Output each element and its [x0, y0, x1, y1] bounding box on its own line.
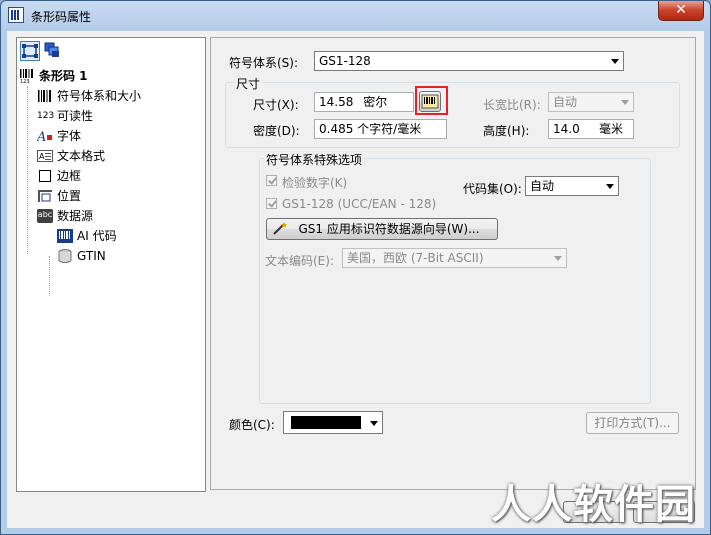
magic-wand-icon — [273, 222, 287, 235]
gs1-ucc-label: GS1-128 (UCC/EAN - 128) — [282, 197, 437, 211]
size-value: 14.58 — [319, 95, 354, 109]
ai-code-icon — [57, 229, 73, 243]
barcode-app-icon — [8, 7, 24, 23]
dialog-client: 123 条形码 1 符号体系和大小 123 可读性 A 字体 A 文本格式 边框… — [7, 31, 704, 528]
properties-panel: 符号体系(S): GS1-128 尺寸 尺寸(X): 14.58 密尔 长宽比(… — [210, 37, 696, 490]
codeset-dropdown[interactable]: 自动 — [525, 176, 619, 196]
svg-text:A: A — [39, 152, 45, 161]
symbology-dropdown[interactable]: GS1-128 — [314, 51, 624, 71]
checkmark-icon — [266, 175, 277, 186]
size-group-title: 尺寸 — [234, 75, 263, 92]
codeset-label: 代码集(O): — [463, 182, 522, 196]
tree-item-label: 文本格式 — [57, 149, 106, 163]
color-picker[interactable] — [283, 411, 383, 434]
height-label: 高度(H): — [483, 124, 530, 138]
color-label: 颜色(C): — [229, 418, 275, 432]
special-options-title: 符号体系特殊选项 — [264, 151, 365, 168]
height-value: 14.0 — [553, 122, 580, 136]
close-button[interactable]: ✕ — [658, 1, 704, 21]
tree-item-label: 符号体系和大小 — [57, 86, 142, 106]
tree-guide-line — [27, 86, 28, 254]
tree-item-label: 位置 — [57, 189, 82, 203]
chevron-down-icon — [554, 256, 562, 261]
tree-item-label: GTIN — [77, 249, 106, 263]
print-method-label: 打印方式(T)... — [594, 416, 671, 430]
text-format-icon: A — [37, 150, 53, 162]
tree-node-label: 条形码 1 — [39, 69, 88, 83]
dialog-window: 条形码属性 ✕ 123 条形码 1 符号体系和大小 123 可读性 A 字体 A… — [0, 0, 711, 535]
window-title: 条形码属性 — [31, 10, 92, 24]
chevron-down-icon — [621, 100, 629, 105]
symbology-label: 符号体系(S): — [229, 56, 299, 70]
gs1-wizard-label: GS1 应用标识符数据源向导(W)... — [298, 222, 480, 236]
tree-item-label: 可读性 — [57, 109, 94, 123]
encoding-value: 美国，西欧 (7-Bit ASCII) — [347, 251, 484, 265]
height-input[interactable]: 14.0 毫米 — [548, 119, 634, 139]
gs1-wizard-button[interactable]: GS1 应用标识符数据源向导(W)... — [266, 218, 498, 240]
readability-icon: 123 — [37, 111, 55, 121]
border-icon — [39, 170, 51, 182]
symbology-value: GS1-128 — [319, 54, 371, 68]
size-label: 尺寸(X): — [253, 98, 299, 112]
position-icon — [38, 190, 52, 202]
height-unit: 毫米 — [599, 122, 624, 136]
print-method-button[interactable]: 打印方式(T)... — [586, 412, 679, 434]
tree-item-label: 字体 — [57, 129, 82, 143]
codeset-value: 自动 — [530, 179, 555, 193]
datasource-icon: abc — [37, 209, 53, 223]
checkmark-icon — [266, 198, 277, 209]
font-icon: A — [37, 130, 52, 143]
tree-toolbar — [19, 40, 79, 62]
svg-text:A: A — [37, 130, 46, 143]
stacked-pages-icon — [44, 42, 59, 57]
chevron-down-icon — [611, 59, 619, 64]
title-bar: 条形码属性 ✕ — [1, 1, 710, 31]
tree-item-label: 边框 — [57, 169, 82, 183]
tree-guide-line-child — [49, 256, 50, 296]
barcode-icon — [38, 90, 51, 102]
check-digit-label: 检验数字(K) — [282, 176, 348, 190]
size-input[interactable]: 14.58 密尔 — [314, 92, 414, 112]
select-frame-icon — [22, 44, 38, 58]
density-value: 0.485 个字符/毫米 — [319, 122, 422, 136]
multi-view-button[interactable] — [43, 41, 63, 61]
tree-item-label: AI 代码 — [77, 229, 117, 243]
aspect-ratio-label: 长宽比(R): — [483, 98, 541, 112]
density-input[interactable]: 0.485 个字符/毫米 — [314, 119, 447, 139]
property-tree-panel: 123 条形码 1 符号体系和大小 123 可读性 A 字体 A 文本格式 边框… — [16, 37, 206, 492]
size-unit: 密尔 — [363, 95, 388, 109]
encoding-dropdown[interactable]: 美国，西欧 (7-Bit ASCII) — [342, 248, 567, 268]
chevron-down-icon — [370, 421, 378, 426]
color-swatch — [291, 416, 361, 429]
database-icon — [58, 249, 72, 263]
aspect-ratio-dropdown[interactable]: 自动 — [548, 92, 634, 112]
aspect-ratio-value: 自动 — [553, 95, 578, 109]
svg-text:123: 123 — [20, 79, 30, 83]
tree-item-label: 数据源 — [57, 209, 94, 223]
barcode-icon: 123 — [20, 69, 33, 83]
density-label: 密度(D): — [253, 124, 300, 138]
encoding-label: 文本编码(E): — [265, 254, 334, 268]
highlight-box — [415, 86, 448, 115]
single-view-button[interactable] — [20, 41, 40, 61]
chevron-down-icon — [606, 184, 614, 189]
watermark-text: 人人软件园 — [491, 482, 696, 528]
